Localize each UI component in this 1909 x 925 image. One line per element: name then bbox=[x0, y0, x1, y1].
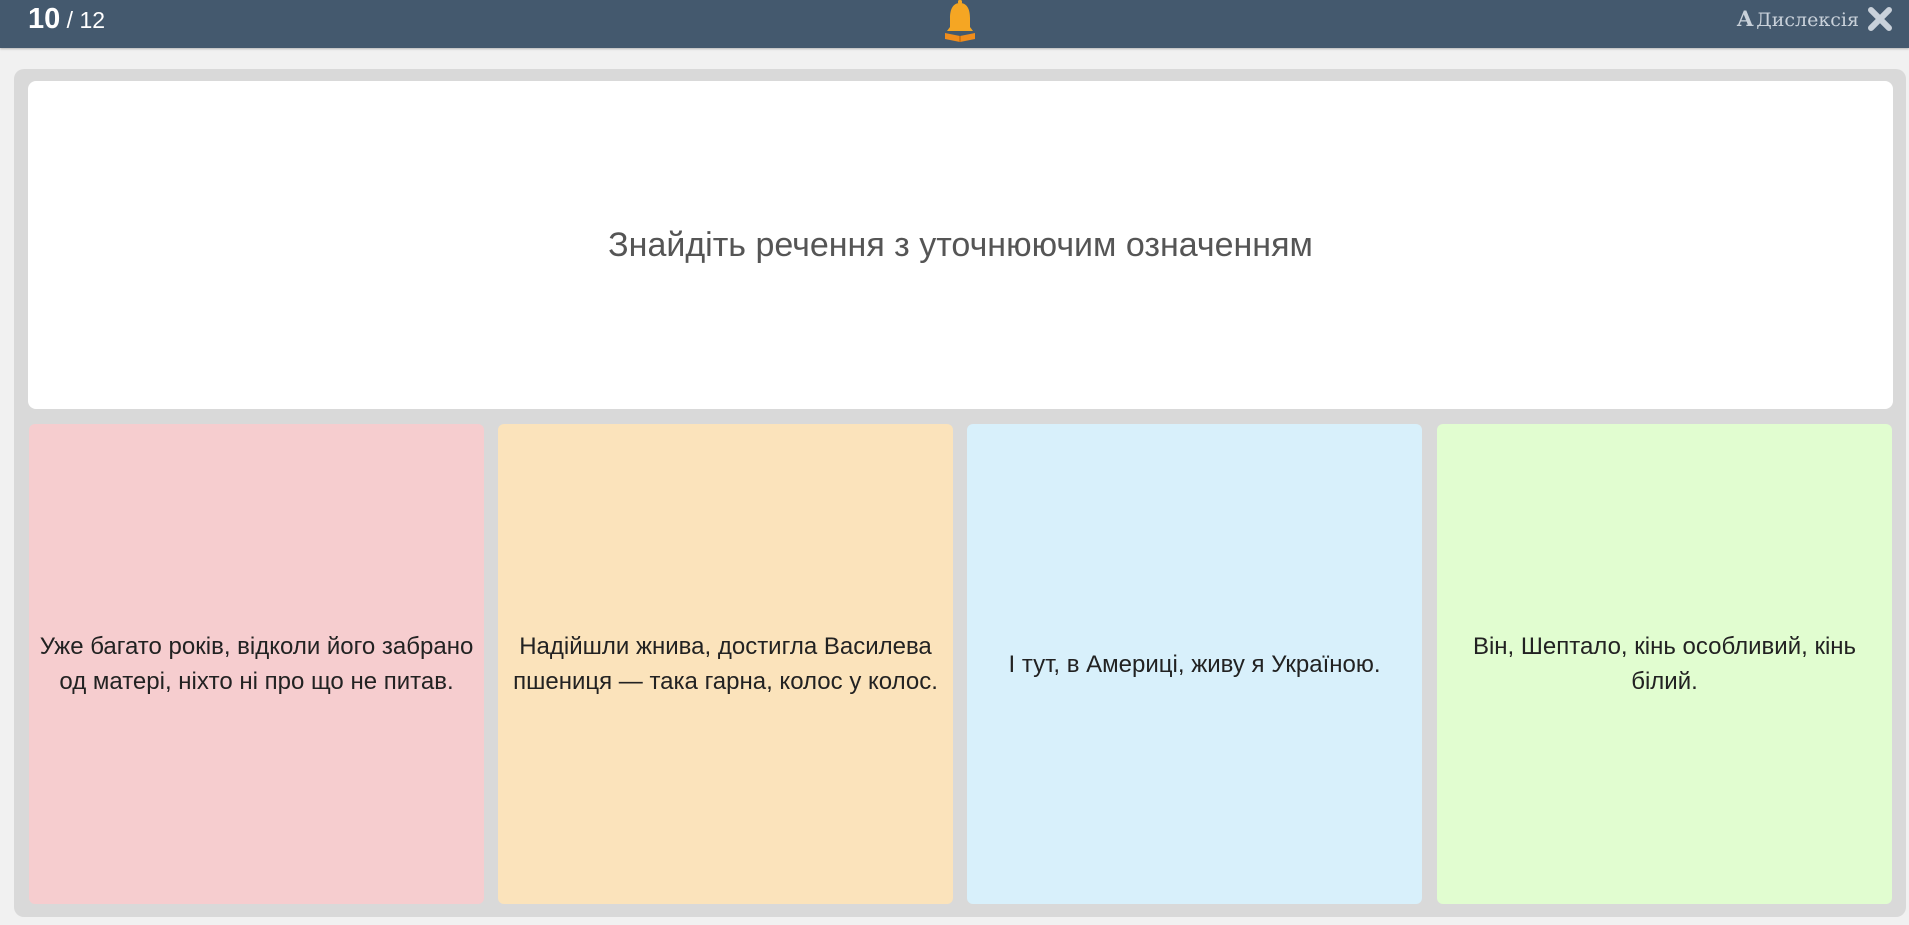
answer-option-text: І тут, в Америці, живу я Україною. bbox=[1008, 650, 1381, 678]
dyslexia-toggle[interactable]: A Дислексія bbox=[1737, 0, 1859, 38]
question-text: Знайдіть речення з уточнюючим означенням bbox=[608, 225, 1313, 264]
close-icon[interactable] bbox=[1866, 5, 1894, 33]
answer-option-text: Він, Шептало, кінь особливий, кінь білий… bbox=[1472, 633, 1857, 695]
answer-option-3[interactable]: І тут, в Америці, живу я Україною. bbox=[967, 424, 1422, 904]
question-counter: 10 / 12 bbox=[28, 0, 105, 38]
counter-separator: / bbox=[60, 7, 80, 33]
answer-option-4[interactable]: Він, Шептало, кінь особливий, кінь білий… bbox=[1437, 424, 1892, 904]
answer-option-text: Надійшли жнива, достигла Василева пшениц… bbox=[513, 633, 938, 695]
answer-option-2[interactable]: Надійшли жнива, достигла Василева пшениц… bbox=[498, 424, 953, 904]
top-bar: 10 / 12 A Дислексія bbox=[0, 0, 1909, 48]
question-card: Знайдіть речення з уточнюючим означенням bbox=[28, 81, 1893, 409]
bell-book-icon bbox=[945, 0, 975, 42]
dyslexia-label: Дислексія bbox=[1756, 9, 1859, 31]
total-questions-number: 12 bbox=[79, 7, 106, 33]
answer-option-text: Уже багато років, відколи його забрано о… bbox=[39, 633, 474, 695]
answer-option-1[interactable]: Уже багато років, відколи його забрано о… bbox=[29, 424, 484, 904]
dyslexia-font-icon: A bbox=[1737, 6, 1754, 31]
current-question-number: 10 bbox=[28, 3, 61, 35]
